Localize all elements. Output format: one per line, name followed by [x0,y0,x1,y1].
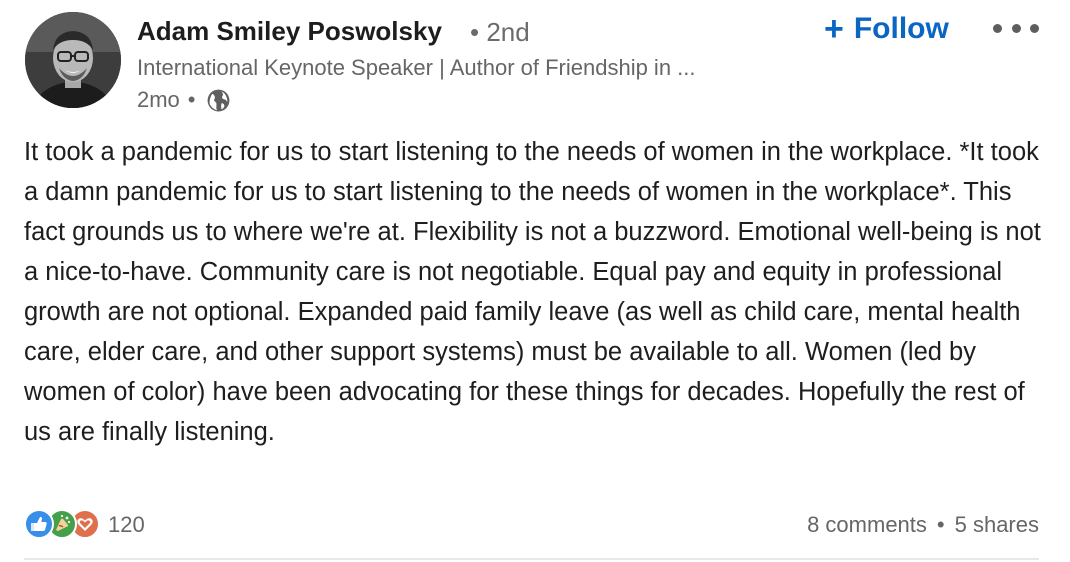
post-meta: 2mo • [137,86,231,114]
shares-count-link[interactable]: 5 shares [955,512,1039,538]
author-headline[interactable]: International Keynote Speaker | Author o… [137,55,696,81]
follow-button[interactable]: + Follow [824,10,949,48]
feed-post: Adam Smiley Poswolsky • 2nd Internationa… [0,0,1070,562]
avatar-photo [25,12,121,108]
more-dot [1011,23,1021,33]
divider [24,558,1039,560]
meta-separator: • [187,87,196,112]
author-name[interactable]: Adam Smiley Poswolsky [137,16,442,47]
post-timestamp: 2mo [137,87,180,112]
reactions-summary[interactable]: 120 [24,509,145,541]
post-body-text: It took a pandemic for us to start liste… [24,138,1041,446]
engagement-separator: • [936,512,945,537]
author-avatar[interactable] [25,12,121,108]
globe-icon [206,88,231,113]
reaction-icons [24,509,104,541]
engagement-summary: 8 comments • 5 shares [807,510,1039,540]
more-dot [993,23,1002,33]
follow-label: Follow [853,12,949,45]
like-icon [24,509,54,539]
connection-degree: • 2nd [470,17,530,47]
plus-icon: + [824,10,844,48]
more-options-icon[interactable] [993,20,1039,36]
more-dot [1030,23,1039,33]
comments-count-link[interactable]: 8 comments [807,512,927,538]
reaction-count: 120 [108,512,145,537]
